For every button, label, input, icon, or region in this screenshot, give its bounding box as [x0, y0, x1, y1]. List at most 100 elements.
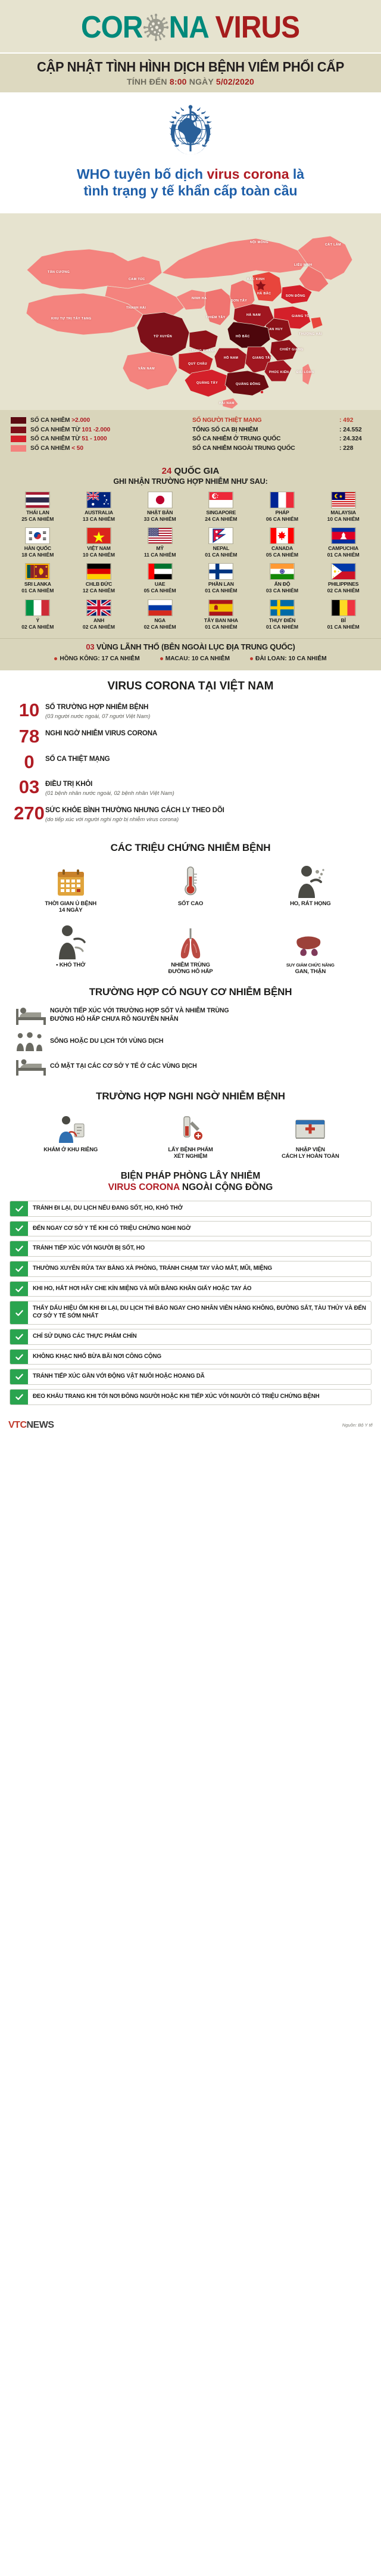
countries-title: 24 QUỐC GIA	[7, 466, 374, 476]
territory-item-macau: MACAU: 10 CA NHIỄM	[160, 655, 230, 662]
check-icon	[10, 1390, 28, 1404]
flag-vietnam-icon	[86, 527, 111, 545]
statistics-panel: SỐ CA NHIỄM >2.000 SỐ CA NHIỄM TỪ 101 -2…	[0, 410, 381, 463]
country-flag-grid: THÁI LAN 25 CA NHIỄM AUSTRALIA 13 CA NHIỄM N…	[7, 492, 374, 630]
map-label-ha-nam: HÀ NAM	[246, 313, 261, 318]
breathing-difficulty-icon	[11, 922, 130, 959]
map-label-son-dong: SƠN ĐÔNG	[286, 294, 305, 299]
check-icon	[10, 1301, 28, 1324]
territories-count: 03	[86, 642, 95, 651]
prevention-item: TRÁNH TIẾP XÚC VỚI NGƯỜI BỊ SỐT, HO	[10, 1241, 371, 1257]
countries-count: 24	[161, 466, 172, 477]
prevention-title-red: VIRUS CORONA	[108, 1182, 180, 1193]
who-decl-line2: tình trạng y tế khẩn cấp toàn cầu	[83, 183, 298, 199]
country-cell: AUSTRALIA 13 CA NHIỄM	[68, 492, 130, 522]
territory-item-taiwan: ĐÀI LOAN: 10 CA NHIỄM	[250, 655, 327, 662]
stat-row-total-infected: TỔNG SỐ CA BỊ NHIỄM : 24.552	[192, 427, 370, 433]
map-label-chiet-giang: CHIẾT GIANG	[280, 348, 304, 352]
country-name: CAMPUCHIA	[328, 545, 359, 552]
map-label-ho-nam: HỒ NAM	[224, 356, 239, 361]
legend-label-51-1000: SỐ CA NHIỄM TỪ 51 - 1000	[30, 436, 107, 443]
risk-text-travel: SỐNG HOẶC DU LỊCH TỚI VÙNG DỊCH	[50, 1037, 164, 1045]
prevention-item: ĐẾN NGAY CƠ SỞ Y TẾ KHI CÓ TRIỆU CHỨNG N…	[10, 1220, 371, 1237]
country-cell: THÁI LAN 25 CA NHIỄM	[7, 492, 68, 522]
legend-row: SỐ CA NHIỄM >2.000	[11, 417, 189, 424]
map-label-son-tay: SƠN TÂY	[231, 299, 248, 303]
isolation-icon	[251, 1110, 370, 1143]
vietnam-stat-label: ĐIỀU TRỊ KHỎI	[45, 780, 93, 788]
suspect-label-sample: LẤY BỆNH PHẨM XÉT NGHIỆM	[168, 1145, 213, 1160]
stat-row-china-cases: SỐ CA NHIỄM Ở TRUNG QUỐC : 24.324	[192, 436, 370, 442]
vietnam-stat-number: 270	[14, 803, 45, 824]
territories-list: HỒNG KÔNG: 17 CA NHIỄM MACAU: 10 CA NHIỄ…	[7, 655, 374, 662]
bullet-dot-icon	[54, 657, 58, 660]
legend-swatch-over-2000	[11, 417, 26, 424]
flag-germany-icon	[86, 563, 111, 580]
flag-india-icon	[269, 563, 295, 580]
family-travel-icon	[12, 1031, 50, 1051]
cough-icon	[251, 861, 370, 898]
flag-sweden-icon	[269, 599, 295, 616]
vietnam-stat-note: (03 người nước ngoài, 07 người Việt Nam)	[45, 712, 151, 719]
flag-korea-icon	[25, 527, 51, 545]
country-cases: 18 CA NHIỄM	[21, 552, 54, 558]
patient-bed-icon	[12, 1005, 50, 1026]
flag-russia-icon	[147, 599, 173, 616]
country-cases: 01 CA NHIỄM	[205, 552, 238, 558]
country-cell: PHÁP 06 CA NHIỄM	[252, 492, 313, 522]
suspect-title: TRƯỜNG HỢP NGHI NGỜ NHIỄM BỆNH	[96, 1090, 285, 1102]
calendar-icon	[11, 861, 130, 898]
country-cell: ANH 02 CA NHIỄM	[68, 599, 130, 630]
flag-spain-icon	[208, 599, 234, 616]
check-icon	[10, 1241, 28, 1257]
country-name: MALAYSIA	[330, 509, 356, 516]
vietnam-title: VIRUS CORONA TẠI VIỆT NAM	[13, 680, 368, 693]
symptom-label-cough: HO, RÁT HỌNG	[290, 900, 331, 907]
country-cell: MỸ 11 CA NHIỄM	[129, 527, 190, 558]
symptoms-section: CÁC TRIỆU CHỨNG NHIỄM BỆNH THỜI GIAN Ủ B…	[0, 835, 381, 979]
country-cases: 05 CA NHIỄM	[266, 552, 299, 558]
flag-cambodia-icon	[330, 527, 356, 545]
country-cell: NHẬT BẢN 33 CA NHIỄM	[129, 492, 190, 522]
virus-particle-icon	[143, 13, 169, 42]
flag-nepal-icon	[208, 527, 234, 545]
country-name: SRI LANKA	[24, 581, 51, 588]
lungs-icon	[130, 922, 250, 959]
country-cell: CANADA 05 CA NHIỄM	[252, 527, 313, 558]
prevention-item: KHÔNG KHẠC NHỔ BỪA BÃI NƠI CÔNG CỘNG	[10, 1348, 371, 1365]
who-emblem-icon	[163, 105, 218, 161]
prevention-item: THƯỜNG XUYÊN RỬA TAY BẰNG XÀ PHÒNG, TRÁN…	[10, 1261, 371, 1277]
vtc-news-logo[interactable]: VTCNEWS	[8, 1420, 54, 1431]
symptom-fever: SỐT CAO	[130, 861, 250, 914]
infographic-page: COR NA VIRUS CẬP NHẬT TÌNH HÌNH DỊCH BỆN…	[0, 0, 381, 1438]
vietnam-stat-row: 78 NGHI NGỜ NHIỄM VIRUS CORONA	[13, 727, 368, 745]
stat-value-total-infected: : 24.552	[339, 426, 362, 433]
country-name: UAE	[154, 581, 165, 588]
country-cell: BỈ 01 CA NHIỄM	[313, 599, 374, 630]
flag-srilanka-icon	[25, 563, 51, 580]
country-cases: 10 CA NHIỄM	[82, 552, 115, 558]
country-name: CHLB ĐỨC	[85, 581, 113, 588]
flag-uk-icon	[86, 599, 111, 616]
country-name: HÀN QUỐC	[24, 545, 51, 552]
country-name: THÁI LAN	[26, 509, 49, 516]
vietnam-stat-number: 0	[24, 751, 35, 772]
prevention-title-line1: BIỆN PHÁP PHÒNG LÂY NHIỄM	[120, 1171, 261, 1182]
prevention-list: TRÁNH ĐI LẠI, DU LỊCH NẾU ĐANG SỐT, HO, …	[10, 1200, 371, 1405]
prevention-title: BIỆN PHÁP PHÒNG LÂY NHIỄM VIRUS CORONA N…	[10, 1170, 371, 1194]
flag-thailand-icon	[25, 492, 51, 509]
flag-uae-icon	[147, 563, 173, 580]
country-cell: SRI LANKA 01 CA NHIỄM	[7, 563, 68, 593]
prevention-title-rest: NGOÀI CỘNG ĐỒNG	[179, 1182, 273, 1193]
country-cell: PHILIPPINES 02 CA NHIỄM	[313, 563, 374, 593]
country-cases: 01 CA NHIỄM	[21, 588, 54, 594]
updated-prefix: TÍNH ĐẾN	[127, 77, 167, 86]
prevention-item: THẤY DẤU HIỆU ỐM KHI ĐI LẠI, DU LỊCH THÌ…	[10, 1301, 371, 1325]
map-label-ninh-ha: NINH HẠ	[192, 297, 207, 301]
symptoms-title: CÁC TRIỆU CHỨNG NHIỄM BỆNH	[110, 841, 271, 853]
flag-italy-icon	[25, 599, 51, 616]
map-label-giang-to: GIANG TÔ	[292, 315, 310, 319]
country-cell: MALAYSIA 10 CA NHIỄM	[313, 492, 374, 522]
legend-label-101-2000: SỐ CA NHIỄM TỪ 101 -2.000	[30, 426, 111, 433]
check-icon	[10, 1221, 28, 1236]
